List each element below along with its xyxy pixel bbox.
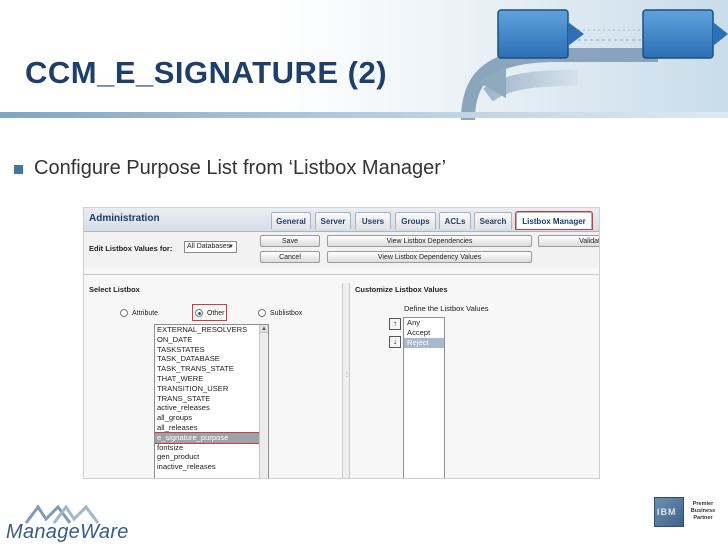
select-listbox-title: Select Listbox: [89, 285, 140, 294]
header-arrow-graphic: [461, 9, 728, 121]
pane-splitter[interactable]: ⋮: [342, 283, 350, 478]
listbox-item[interactable]: ON_DATE: [155, 335, 268, 345]
admin-toolbar: Administration General Server Users Grou…: [84, 208, 599, 232]
tab-server[interactable]: Server: [315, 212, 351, 229]
listbox-value-item[interactable]: Reject: [404, 338, 444, 348]
database-select-value: All Databases: [187, 243, 231, 250]
bullet-text: Configure Purpose List from ‘Listbox Man…: [34, 157, 447, 179]
bullet-square-icon: [14, 164, 23, 174]
listbox-manager-screenshot: Administration General Server Users Grou…: [83, 207, 600, 479]
define-values-label: Define the Listbox Values: [404, 304, 489, 313]
admin-section-title: Administration: [89, 213, 160, 224]
listbox-items: EXTERNAL_RESOLVERS ON_DATE TASKSTATES TASK_…: [155, 325, 268, 472]
view-dependencies-button[interactable]: View Listbox Dependencies: [327, 235, 532, 247]
listbox-item[interactable]: fontsize: [155, 443, 268, 453]
tab-general[interactable]: General: [271, 212, 311, 229]
listbox-item[interactable]: e_signature_purpose: [155, 431, 268, 444]
manageware-logo-text: ManageWare: [6, 521, 129, 543]
partner-line-2: Business: [690, 508, 716, 514]
radio-sublistbox-circle-icon: [258, 309, 266, 317]
listbox-values-box[interactable]: Any Accept Reject: [403, 317, 445, 478]
view-dependency-values-button[interactable]: View Listbox Dependency Values: [327, 251, 532, 263]
listbox-item[interactable]: inactive_releases: [155, 462, 268, 472]
listbox-item[interactable]: THAT_WERE: [155, 374, 268, 384]
ibm-partner-badge: IBM Premier Business Partner: [654, 497, 722, 541]
listbox-item[interactable]: all_groups: [155, 413, 268, 423]
manageware-logo: ManageWare: [6, 505, 128, 543]
listbox-selector[interactable]: EXTERNAL_RESOLVERS ON_DATE TASKSTATES TASK_…: [154, 324, 269, 478]
radio-attribute-circle-icon: [120, 309, 128, 317]
listbox-scrollbar[interactable]: ▲: [259, 325, 268, 478]
move-up-arrow-icon[interactable]: ↑: [389, 318, 401, 330]
listbox-item[interactable]: active_releases: [155, 403, 268, 413]
form-divider: [84, 274, 599, 275]
listbox-item[interactable]: all_releases: [155, 423, 268, 433]
listbox-value-item[interactable]: Accept: [404, 328, 444, 338]
listbox-item[interactable]: TASK_DATABASE: [155, 354, 268, 364]
listbox-item[interactable]: TRANS_STATE: [155, 394, 268, 404]
tab-users[interactable]: Users: [355, 212, 391, 229]
listbox-item[interactable]: gen_product: [155, 452, 268, 462]
radio-attribute-label: Attribute: [132, 309, 159, 317]
title-divider: [0, 112, 728, 118]
bullet-item: Configure Purpose List from ‘Listbox Man…: [14, 157, 446, 180]
tab-listbox-manager[interactable]: Listbox Manager: [515, 211, 593, 230]
partner-line-1: Premier: [692, 501, 714, 507]
values-items: Any Accept Reject: [404, 318, 444, 348]
save-button[interactable]: Save: [260, 235, 320, 247]
splitter-grip-icon: ⋮: [344, 372, 350, 378]
tab-groups[interactable]: Groups: [395, 212, 436, 229]
listbox-item[interactable]: EXTERNAL_RESOLVERS: [155, 325, 268, 335]
slide-header: CCM_E_SIGNATURE (2): [0, 0, 728, 121]
scroll-up-icon[interactable]: ▲: [260, 325, 268, 333]
partner-tag: Premier Business Partner: [686, 501, 720, 539]
database-select[interactable]: All Databases ▼: [184, 241, 237, 253]
edit-listbox-label: Edit Listbox Values for:: [89, 244, 173, 253]
customize-listbox-title: Customize Listbox Values: [355, 285, 448, 294]
listbox-item[interactable]: TASKSTATES: [155, 345, 268, 355]
radio-sublistbox[interactable]: Sublistbox: [258, 309, 302, 317]
ibm-logo-icon: IBM: [654, 497, 684, 527]
radio-attribute[interactable]: Attribute: [120, 309, 158, 317]
listbox-item[interactable]: TASK_TRANS_STATE: [155, 364, 268, 374]
chevron-down-icon: ▼: [228, 244, 234, 250]
radio-other[interactable]: Other: [195, 309, 225, 317]
tab-acls[interactable]: ACLs: [439, 212, 471, 229]
radio-sublistbox-label: Sublistbox: [270, 309, 303, 317]
tab-search[interactable]: Search: [474, 212, 512, 229]
ibm-letters: IBM: [657, 507, 677, 517]
validate-button[interactable]: Validat: [538, 235, 599, 247]
move-down-arrow-icon[interactable]: ↓: [389, 336, 401, 348]
listbox-item[interactable]: TRANSITION_USER: [155, 384, 268, 394]
radio-other-label: Other: [207, 309, 225, 317]
slide-title: CCM_E_SIGNATURE (2): [25, 55, 388, 90]
listbox-value-item[interactable]: Any: [404, 318, 444, 328]
edit-form-strip: Edit Listbox Values for: All Databases ▼…: [84, 232, 599, 268]
radio-other-circle-icon: [195, 309, 203, 317]
cancel-button[interactable]: Cancel: [260, 251, 320, 263]
partner-line-3: Partner: [693, 515, 713, 521]
